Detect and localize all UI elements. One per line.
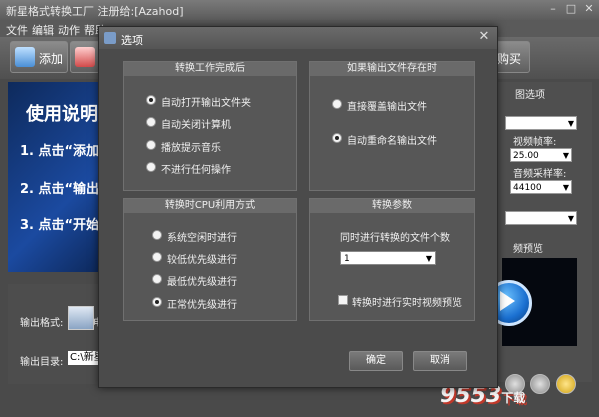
ok-button[interactable]: 确定	[349, 351, 403, 371]
folder-icon[interactable]	[556, 374, 576, 394]
after-finish-header: 转换工作完成后	[124, 62, 296, 76]
output-format-label: 输出格式:	[20, 318, 64, 329]
realtime-preview-label: 转换时进行实时视频预览	[352, 298, 462, 309]
close-icon[interactable]: ✕	[477, 30, 491, 44]
audio-rate-value: 44100	[513, 183, 542, 193]
video-select[interactable]: ▼	[505, 116, 577, 130]
radio-label: 最低优先级进行	[167, 277, 237, 288]
audio-rate-select[interactable]: 44100 ▼	[510, 180, 572, 194]
radio-label: 不进行任何操作	[161, 165, 231, 176]
radio-label: 播放提示音乐	[161, 143, 221, 154]
app-icon	[104, 32, 116, 44]
add-button-label: 添加	[39, 52, 64, 66]
dialog-title: 选项	[121, 34, 143, 47]
file-exists-header: 如果输出文件存在时	[310, 62, 474, 76]
menu-edit[interactable]: 编辑	[32, 22, 54, 38]
radio-label: 自动重命名输出文件	[347, 136, 437, 147]
add-file-icon	[15, 47, 35, 67]
cpu-usage-header: 转换时CPU利用方式	[124, 199, 296, 213]
concurrent-files-select[interactable]: 1 ▼	[340, 251, 436, 265]
dialog-titlebar: 选项 ✕	[99, 27, 497, 49]
radio-dot	[146, 95, 156, 105]
monitor-icon[interactable]	[68, 306, 94, 330]
banner-step-3: 3. 点击“开始	[20, 218, 100, 233]
close-icon[interactable]: ✕	[581, 2, 597, 16]
output-dir-label: 输出目录:	[20, 357, 64, 368]
radio-dot	[332, 133, 342, 143]
chevron-down-icon: ▼	[425, 254, 432, 263]
main-titlebar: 新星格式转换工厂 注册给:[Azahod] – □ ✕	[0, 0, 599, 20]
right-panel-header: 图选项	[515, 90, 545, 101]
options-dialog: 选项 ✕ 转换工作完成后 自动打开输出文件夹 自动关闭计算机 播放提示音乐 不进…	[98, 26, 498, 388]
radio-dot	[146, 140, 156, 150]
file-exists-group: 如果输出文件存在时 直接覆盖输出文件 自动重命名输出文件	[309, 61, 475, 191]
video-fps-label: 视频帧率:	[513, 137, 557, 148]
radio-dot	[146, 117, 156, 127]
radio-dot	[332, 99, 342, 109]
chevron-down-icon: ▼	[567, 214, 574, 223]
remove-button[interactable]	[70, 41, 100, 73]
radio-dot	[152, 274, 162, 284]
concurrent-files-label: 同时进行转换的文件个数	[340, 233, 450, 244]
banner-step-1: 1. 点击“添加	[20, 144, 100, 159]
menu-file[interactable]: 文件	[6, 22, 28, 38]
cancel-button[interactable]: 取消	[413, 351, 467, 371]
realtime-preview-checkbox[interactable]	[338, 295, 348, 305]
radio-label: 自动打开输出文件夹	[161, 98, 251, 109]
minimize-icon[interactable]: –	[545, 2, 561, 16]
radio-dot	[152, 252, 162, 262]
preview-label: 频预览	[513, 244, 543, 255]
radio-dot	[152, 230, 162, 240]
radio-label: 直接覆盖输出文件	[347, 102, 427, 113]
watermark-suffix: 下载	[501, 391, 526, 405]
cpu-usage-group: 转换时CPU利用方式 系统空闲时进行 较低优先级进行 最低优先级进行 正常优先级…	[123, 198, 297, 321]
radio-label: 自动关闭计算机	[161, 120, 231, 131]
play-icon	[500, 291, 515, 311]
output-settings-area	[8, 284, 110, 384]
conversion-params-header: 转换参数	[310, 199, 474, 213]
remove-file-icon	[75, 47, 95, 67]
maximize-icon[interactable]: □	[563, 2, 579, 16]
video-fps-select[interactable]: 25.00 ▼	[510, 148, 572, 162]
banner-step-2: 2. 点击“输出	[20, 182, 100, 197]
audio-rate-label: 音频采样率:	[513, 169, 567, 180]
radio-dot	[152, 297, 162, 307]
buy-button-label: 购买	[497, 52, 522, 66]
radio-label: 正常优先级进行	[167, 300, 237, 311]
audio-select[interactable]: ▼	[505, 211, 577, 225]
radio-label: 较低优先级进行	[167, 255, 237, 266]
banner-title: 使用说明	[26, 104, 98, 125]
menu-action[interactable]: 动作	[58, 22, 80, 38]
window-title: 新星格式转换工厂 注册给:[Azahod]	[6, 5, 184, 18]
after-finish-group: 转换工作完成后 自动打开输出文件夹 自动关闭计算机 播放提示音乐 不进行任何操作	[123, 61, 297, 191]
concurrent-files-value: 1	[344, 254, 350, 264]
add-button[interactable]: 添加	[10, 41, 68, 73]
chevron-down-icon: ▼	[562, 151, 569, 160]
video-fps-value: 25.00	[513, 151, 539, 161]
snapshot-icon[interactable]	[530, 374, 550, 394]
chevron-down-icon: ▼	[562, 183, 569, 192]
chevron-down-icon: ▼	[567, 119, 574, 128]
radio-label: 系统空闲时进行	[167, 233, 237, 244]
conversion-params-group: 转换参数 同时进行转换的文件个数 1 ▼ 转换时进行实时视频预览	[309, 198, 475, 321]
radio-dot	[146, 162, 156, 172]
